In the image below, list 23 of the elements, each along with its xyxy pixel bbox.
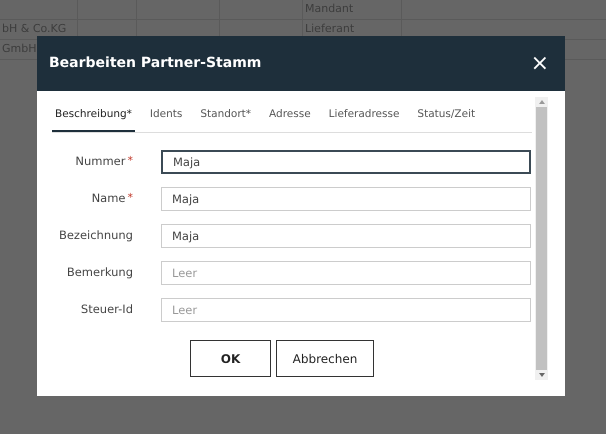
input-field[interactable]: Leer: [161, 298, 531, 322]
tab[interactable]: Beschreibung*: [52, 99, 135, 132]
field-label: Name: [92, 190, 126, 208]
input-field[interactable]: Maja: [161, 224, 531, 248]
tab[interactable]: Adresse: [266, 99, 314, 132]
close-button[interactable]: ×: [530, 52, 549, 74]
field-label: Bemerkung: [66, 264, 133, 282]
ok-button[interactable]: OK: [190, 340, 271, 377]
dialog-title: Bearbeiten Partner-Stamm: [49, 54, 262, 73]
tab[interactable]: Idents: [146, 99, 186, 132]
field-label: Nummer: [75, 153, 126, 170]
input-field[interactable]: Leer: [161, 261, 531, 285]
required-mark: *: [128, 190, 133, 206]
input-field[interactable]: Maja: [161, 150, 531, 174]
field-label: Bezeichnung: [58, 227, 133, 244]
scrollbar[interactable]: [535, 97, 548, 380]
field-label: Steuer-Id: [80, 301, 133, 318]
tab[interactable]: Standort*: [197, 99, 254, 132]
cancel-button[interactable]: Abbrechen: [276, 340, 374, 377]
tab[interactable]: Lieferadresse: [326, 99, 402, 132]
tab[interactable]: Status/Zeit: [414, 99, 478, 132]
input-field[interactable]: Maja: [161, 187, 531, 211]
required-mark: *: [128, 153, 133, 170]
